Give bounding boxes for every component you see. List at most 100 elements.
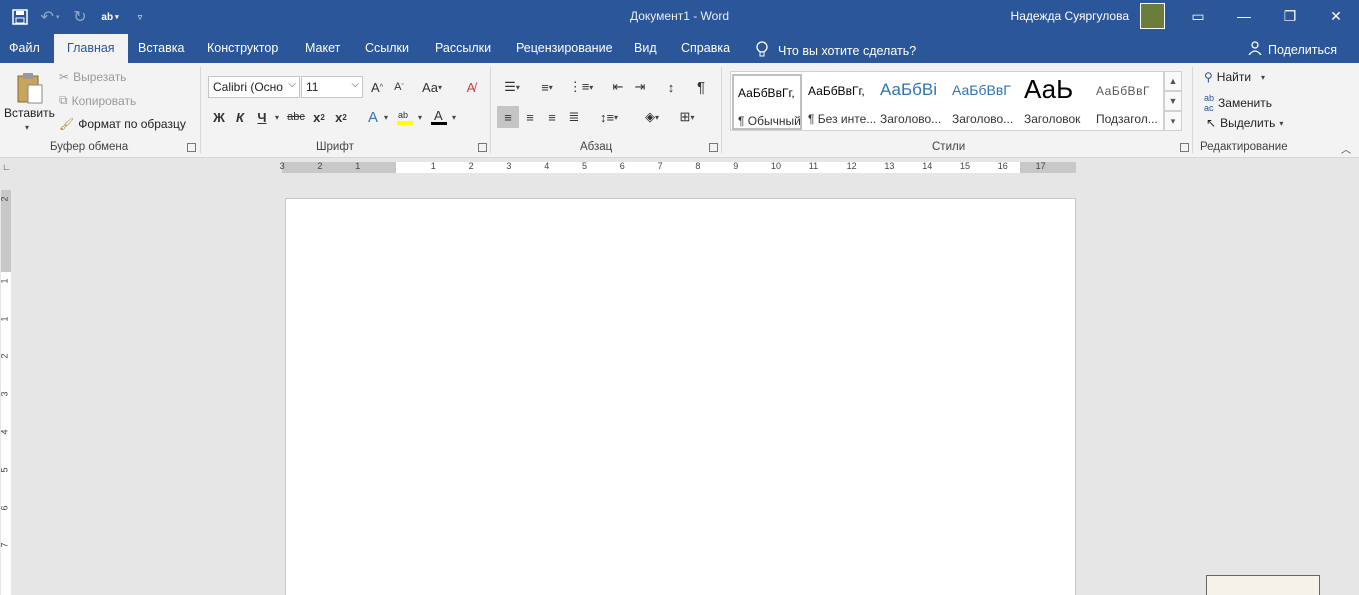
cut-label: Вырезать [73, 70, 127, 84]
increase-indent-icon[interactable]: ⇥ [629, 76, 651, 98]
font-size-input[interactable]: 11 ⌵ [301, 76, 363, 98]
bold-button[interactable]: Ж [208, 106, 230, 128]
find-label: Найти [1216, 70, 1252, 84]
left-margin-area [282, 162, 396, 173]
sort-icon[interactable]: ↕ [660, 76, 682, 98]
editing-group-label: Редактирование [1200, 141, 1288, 153]
tab-mailings[interactable]: Рассылки [435, 34, 491, 63]
tab-references[interactable]: Ссылки [365, 34, 409, 63]
font-color-icon[interactable]: A [428, 106, 450, 128]
paragraph-group-label: Абзац [580, 141, 613, 153]
cut-button[interactable]: ✂ Вырезать [59, 70, 126, 84]
chevron-down-icon[interactable]: ⌵ [288, 79, 296, 90]
borders-icon[interactable]: ⊞ ▾ [672, 106, 702, 128]
tab-design[interactable]: Конструктор [207, 34, 278, 63]
font-color-dropdown-icon[interactable]: ▾ [452, 113, 456, 122]
superscript-button[interactable]: x2 [330, 106, 352, 128]
style-name: ¶ Без инте... [808, 112, 877, 126]
ribbon: Вставить ▾ ✂ Вырезать ⧉ Копировать 🖌 Формат… [0, 63, 1359, 158]
find-dropdown-icon[interactable]: ▾ [1261, 73, 1265, 82]
ruler-number: 8 [695, 161, 701, 171]
style-heading-2[interactable]: АаБбВвГ Заголово... [948, 74, 1018, 130]
style-title[interactable]: АаЬ Заголовок [1020, 74, 1090, 130]
chevron-down-icon[interactable]: ⌵ [351, 79, 359, 90]
font-name-input[interactable]: Calibri (Осно ⌵ [208, 76, 300, 98]
font-size-value: 11 [306, 80, 319, 94]
horizontal-ruler[interactable]: 3 2 1 1 2 3 4 5 6 7 8 9 10 11 12 13 14 15 16 17 [280, 161, 1076, 173]
numbering-icon[interactable]: ≡ ▾ [532, 76, 562, 98]
scroll-up-icon[interactable]: ▲ [1164, 71, 1182, 91]
decrease-indent-icon[interactable]: ⇤ [607, 76, 629, 98]
find-button[interactable]: ⚲ Найти ▾ [1204, 70, 1265, 84]
italic-button[interactable]: К [229, 106, 251, 128]
strikethrough-button[interactable]: abc [285, 106, 307, 128]
replace-label: Заменить [1218, 96, 1272, 110]
bullets-icon[interactable]: ☰ ▾ [497, 76, 527, 98]
font-launcher-icon[interactable] [478, 143, 487, 152]
show-formatting-icon[interactable]: ¶ [690, 76, 712, 98]
highlight-icon[interactable]: ab [394, 106, 416, 128]
tab-insert[interactable]: Вставка [138, 34, 184, 63]
style-normal[interactable]: АаБбВвГг, ¶ Обычный [732, 74, 802, 130]
tab-selector-icon[interactable]: ∟ [2, 162, 11, 172]
font-group-label: Шрифт [316, 141, 354, 153]
more-styles-icon[interactable]: ▾ [1164, 111, 1182, 131]
text-effects-dropdown-icon[interactable]: ▾ [384, 113, 388, 122]
paste-button[interactable]: Вставить ▾ [4, 69, 55, 139]
ruler-number: 2 [0, 196, 10, 202]
tab-file[interactable]: Файл [9, 34, 40, 63]
style-subtitle[interactable]: АаБбВвГ Подзагол... [1092, 74, 1162, 130]
clear-formatting-icon[interactable]: A̸ [460, 76, 482, 98]
floating-toolbar[interactable] [1206, 575, 1320, 595]
paragraph-launcher-icon[interactable] [709, 143, 718, 152]
align-center-icon[interactable]: ≡ [519, 106, 541, 128]
line-spacing-icon[interactable]: ↕≡ ▾ [594, 106, 624, 128]
align-right-icon[interactable]: ≡ [541, 106, 563, 128]
tab-view[interactable]: Вид [634, 34, 657, 63]
underline-button[interactable]: Ч [251, 106, 273, 128]
shading-icon[interactable]: ◈ ▾ [637, 106, 667, 128]
ruler-number: 1 [430, 161, 436, 171]
underline-dropdown-icon[interactable]: ▾ [275, 113, 279, 122]
close-icon[interactable]: ✕ [1313, 0, 1359, 32]
tell-me-search[interactable]: Что вы хотите сделать? [756, 41, 916, 60]
user-name[interactable]: Надежда Суяргулова [1011, 9, 1129, 23]
vertical-ruler[interactable]: 2 1 1 2 3 4 5 6 7 [0, 190, 11, 595]
style-sample: АаБбВі [880, 80, 937, 99]
replace-button[interactable]: ab ac Заменить [1204, 93, 1272, 113]
share-button[interactable]: Поделиться [1248, 41, 1337, 58]
clipboard-launcher-icon[interactable] [187, 143, 196, 152]
avatar[interactable] [1140, 3, 1165, 29]
style-no-spacing[interactable]: АаБбВвГг, ¶ Без инте... [804, 74, 877, 130]
divider [490, 67, 491, 153]
scroll-down-icon[interactable]: ▼ [1164, 91, 1182, 111]
paste-dropdown-icon[interactable]: ▾ [25, 123, 29, 132]
tab-help[interactable]: Справка [681, 34, 730, 63]
justify-icon[interactable]: ≣ [563, 106, 585, 128]
tab-home[interactable]: Главная [54, 34, 128, 63]
select-button[interactable]: ↖ Выделить ▾ [1206, 116, 1283, 130]
styles-launcher-icon[interactable] [1180, 143, 1189, 152]
subscript-button[interactable]: x2 [308, 106, 330, 128]
collapse-ribbon-icon[interactable]: ︿ [1341, 141, 1351, 156]
document-page[interactable] [285, 198, 1076, 595]
restore-icon[interactable]: ❐ [1267, 0, 1313, 32]
highlight-dropdown-icon[interactable]: ▾ [418, 113, 422, 122]
multilevel-list-icon[interactable]: ⋮≡ ▾ [566, 76, 596, 98]
shrink-font-icon[interactable]: Aˇ [388, 76, 410, 98]
minimize-icon[interactable]: — [1221, 0, 1267, 32]
align-left-icon[interactable]: ≡ [497, 106, 519, 128]
ruler-number: 2 [0, 353, 10, 359]
copy-button[interactable]: ⧉ Копировать [59, 93, 136, 108]
ribbon-display-options-icon[interactable]: ▭ [1175, 0, 1221, 32]
change-case-icon[interactable]: Aa ▾ [417, 76, 447, 98]
format-painter-button[interactable]: 🖌 Формат по образцу [59, 117, 186, 131]
ruler-number: 3 [0, 391, 10, 397]
font-name-value: Calibri (Осно [213, 80, 283, 94]
text-effects-icon[interactable]: A [362, 106, 384, 128]
select-dropdown-icon[interactable]: ▾ [1279, 119, 1283, 128]
grow-font-icon[interactable]: A ^ [366, 76, 388, 98]
tab-review[interactable]: Рецензирование [516, 34, 613, 63]
tab-layout[interactable]: Макет [305, 34, 340, 63]
style-heading-1[interactable]: АаБбВі Заголово... [876, 74, 946, 130]
